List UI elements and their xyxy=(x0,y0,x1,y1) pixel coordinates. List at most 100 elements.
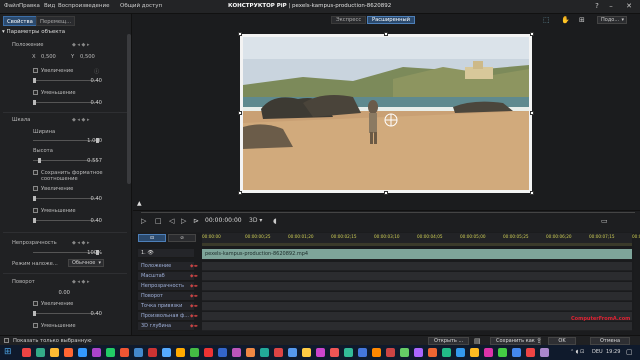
track-lane[interactable] xyxy=(202,312,632,321)
slider-knob[interactable] xyxy=(38,158,41,163)
slider-knob[interactable] xyxy=(33,311,36,316)
track-lane[interactable] xyxy=(202,262,632,271)
zoom-in-checkbox[interactable] xyxy=(33,68,38,73)
video-clip[interactable]: pexels-kampus-production-8620892.mp4 xyxy=(202,249,632,260)
volume-icon[interactable]: ◖ xyxy=(273,217,277,225)
advanced-mode-button[interactable]: Расширенный xyxy=(367,16,416,24)
timeline-zoom-button[interactable]: ⊡ xyxy=(138,234,166,242)
track-label[interactable]: Произвольная ф... xyxy=(138,312,194,321)
app-icon[interactable] xyxy=(414,348,423,357)
rot-zoom-out-checkbox[interactable] xyxy=(33,323,38,328)
slider-knob[interactable] xyxy=(33,196,36,201)
app-icon[interactable] xyxy=(36,348,45,357)
track-label[interactable]: Точка привязки xyxy=(138,302,194,311)
notifications-icon[interactable]: ▢ xyxy=(626,348,633,356)
keyframe-icon[interactable]: ◆◂▸ xyxy=(190,292,202,301)
app-icon[interactable] xyxy=(232,348,241,357)
keyframe-icon[interactable]: ◆◂▸ xyxy=(190,312,202,321)
next-frame-icon[interactable]: ▷ xyxy=(181,217,186,225)
app-icon[interactable] xyxy=(22,348,31,357)
app-icon[interactable] xyxy=(204,348,213,357)
app-icon[interactable] xyxy=(176,348,185,357)
app-icon[interactable] xyxy=(442,348,451,357)
share-icon[interactable]: ⇪ xyxy=(536,337,542,345)
app-icon[interactable] xyxy=(274,348,283,357)
app-icon[interactable] xyxy=(120,348,129,357)
cancel-button[interactable]: Отмена xyxy=(590,337,630,345)
app-icon[interactable] xyxy=(470,348,479,357)
app-icon[interactable] xyxy=(190,348,199,357)
app-icon[interactable] xyxy=(456,348,465,357)
resize-handle-t[interactable] xyxy=(384,32,388,36)
tab-properties[interactable]: Свойства xyxy=(3,16,37,26)
app-icon[interactable] xyxy=(330,348,339,357)
app-icon[interactable] xyxy=(218,348,227,357)
menu-view[interactable]: Вид xyxy=(44,3,55,9)
track-label[interactable]: Масштаб xyxy=(138,272,194,281)
keyboard-language[interactable]: DEU xyxy=(592,349,603,355)
slider-knob[interactable] xyxy=(33,218,36,223)
opacity-keyframe-icon[interactable]: ◆ ◂ ◆ ▸ xyxy=(72,240,89,246)
resize-handle-b[interactable] xyxy=(384,191,388,195)
tray-icons[interactable]: ⌃ ◖ ⊡ xyxy=(570,349,584,355)
track-label[interactable]: Поворот xyxy=(138,292,194,301)
hand-tool-icon[interactable]: ✋ xyxy=(561,16,570,24)
zoom-dropdown[interactable]: Подо... ▾ xyxy=(597,16,627,24)
tab-motion[interactable]: Перемещ... xyxy=(36,16,76,26)
timeline-fit-button[interactable]: ⊘ xyxy=(168,234,196,242)
time-ruler[interactable]: 00:00:00 00:00:00;25 00:00:01;20 00:00:02;1… xyxy=(202,233,640,243)
show-selected-checkbox[interactable] xyxy=(4,338,9,343)
minimize-icon[interactable]: – xyxy=(606,2,616,11)
keyframe-icon[interactable]: ◆◂▸ xyxy=(190,262,202,271)
resize-handle-r[interactable] xyxy=(530,111,534,115)
clock[interactable]: 19:29 xyxy=(606,349,620,355)
app-icon[interactable] xyxy=(162,348,171,357)
app-icon[interactable] xyxy=(428,348,437,357)
app-icon[interactable] xyxy=(344,348,353,357)
slider-knob[interactable] xyxy=(33,100,36,105)
express-mode-button[interactable]: Экспресс xyxy=(331,16,367,24)
open-button[interactable]: Открыть ... xyxy=(428,337,470,345)
app-icon[interactable] xyxy=(484,348,493,357)
menu-share[interactable]: Общий доступ xyxy=(120,3,162,9)
app-icon[interactable] xyxy=(64,348,73,357)
app-icon[interactable] xyxy=(400,348,409,357)
y-value[interactable]: 0,500 xyxy=(80,54,95,60)
eye-icon[interactable]: 👁 xyxy=(147,250,153,256)
app-icon[interactable] xyxy=(260,348,269,357)
play-icon[interactable]: ▷ xyxy=(141,217,146,225)
resize-handle-br[interactable] xyxy=(530,191,534,195)
app-icon[interactable] xyxy=(288,348,297,357)
resize-handle-tl[interactable] xyxy=(238,32,242,36)
windows-start-icon[interactable]: ⊞ xyxy=(4,347,12,357)
app-icon[interactable] xyxy=(316,348,325,357)
keyframe-icon[interactable]: ◆◂▸ xyxy=(190,282,202,291)
resize-handle-l[interactable] xyxy=(238,111,242,115)
slider-knob[interactable] xyxy=(33,78,36,83)
select-tool-icon[interactable]: ⬚ xyxy=(543,16,550,24)
fast-forward-icon[interactable]: ⊳ xyxy=(193,217,199,225)
app-icon[interactable] xyxy=(106,348,115,357)
app-icon[interactable] xyxy=(540,348,549,357)
track-lane[interactable] xyxy=(202,322,632,331)
prev-frame-icon[interactable]: ◁ xyxy=(169,217,174,225)
app-icon[interactable] xyxy=(372,348,381,357)
zoom2-in-checkbox[interactable] xyxy=(33,186,38,191)
app-icon[interactable] xyxy=(526,348,535,357)
resize-handle-tr[interactable] xyxy=(530,32,534,36)
scrub-track[interactable] xyxy=(141,212,635,213)
app-icon[interactable] xyxy=(246,348,255,357)
folder-app-icon[interactable] xyxy=(50,348,59,357)
video-canvas[interactable] xyxy=(238,32,534,195)
keyframe-controls-icon[interactable]: ◆ ◂ ◆ ▸ xyxy=(72,42,89,48)
track-label[interactable]: 3D глубина xyxy=(138,322,194,331)
x-value[interactable]: 0,500 xyxy=(41,54,56,60)
close-icon[interactable]: ✕ xyxy=(624,2,634,11)
keep-aspect-checkbox[interactable] xyxy=(33,170,38,175)
menu-playback[interactable]: Воспроизведение xyxy=(58,3,109,9)
zoom-tool-icon[interactable]: ⊞ xyxy=(579,16,585,24)
rotation-keyframe-icon[interactable]: ◆ ◂ ◆ ▸ xyxy=(72,279,89,285)
save-as-button[interactable]: Сохранить как xyxy=(490,337,541,345)
resize-handle-bl[interactable] xyxy=(238,191,242,195)
3d-mode-button[interactable]: 3D ▾ xyxy=(249,217,262,224)
